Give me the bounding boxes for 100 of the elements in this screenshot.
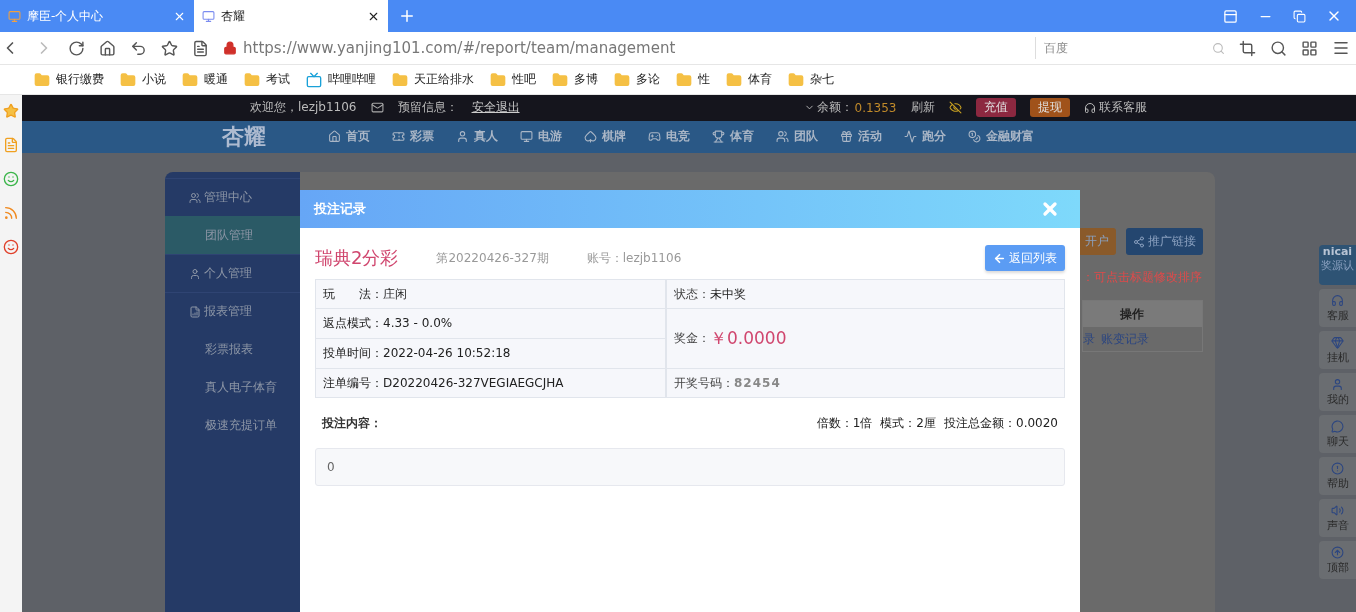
menu-item[interactable]: 彩票报表 [165,330,300,368]
nav-item[interactable]: 棋牌 [584,128,626,146]
folder-icon [676,71,692,88]
float-menu-item[interactable]: 挂机 [1319,331,1356,369]
nav-icon [840,130,853,144]
bookmark[interactable]: 多论 [614,71,660,88]
address-field[interactable]: https://www.yanjing101.com/#/report/team/management [243,39,676,57]
search-icon[interactable] [1270,39,1287,57]
sort-hint: ：可点击标题修改排序 [1082,269,1203,286]
nav-item[interactable]: 真人 [456,128,498,146]
float-menu-item[interactable]: 客服 [1319,289,1356,327]
nav-item[interactable]: 团队 [776,128,818,146]
support-link[interactable]: 联系客服 [1098,99,1147,117]
promo-link-button[interactable]: 推广链接 [1126,228,1203,255]
nav-item[interactable]: 金融财富 [968,128,1034,146]
nav-icon [520,130,533,144]
arrow-left-icon [993,251,1006,265]
eye-off-icon[interactable] [948,101,962,115]
detail-field: 开奖号码：82454 [667,369,1064,397]
nav-icon [712,130,725,144]
folder-icon [788,71,804,88]
account-text: 账号：lezjb1106 [586,249,682,267]
nav-item[interactable]: 电竞 [648,128,690,146]
menu-icon[interactable] [1332,39,1350,57]
folder-icon [182,71,198,88]
nav-icon [776,130,789,144]
folder-icon [34,71,50,88]
layout-icon[interactable] [1223,8,1238,24]
site-icon [8,9,21,23]
bookmark[interactable]: 银行缴费 [34,71,104,88]
detail-field: 返点模式：4.33 - 0.0% [316,309,665,338]
bookmark[interactable]: 天正给排水 [392,71,474,88]
apps-icon[interactable] [1301,39,1318,57]
lock-icon [223,41,237,55]
detail-field: 奖金：￥0.0000 [667,309,1064,368]
nav-icon [904,130,917,144]
star-icon[interactable] [161,39,178,57]
bookmark[interactable]: 性 [676,71,710,88]
float-menu-item[interactable]: 帮助 [1319,457,1356,495]
withdraw-button[interactable]: 提现 [1029,98,1070,118]
restore-icon[interactable] [1293,9,1306,23]
dialog-title: 投注记录 [314,200,366,218]
mode-text: 模式：2厘 [880,414,936,432]
star-icon[interactable] [3,103,19,119]
bookmark[interactable]: 体育 [726,71,772,88]
nav-icon [648,130,661,144]
nav-item[interactable]: 活动 [840,128,882,146]
issue-number: 第20220426-327期 [436,249,549,267]
undo-icon[interactable] [130,39,147,57]
float-menu-item[interactable]: 顶部 [1319,541,1356,579]
group-icon [189,191,201,204]
bookmark[interactable]: 考试 [244,71,290,88]
deposit-button[interactable]: 充值 [975,98,1016,118]
back-to-list-button[interactable]: 返回列表 [985,245,1065,271]
float-menu-item[interactable]: 聊天 [1319,415,1356,453]
notes-icon[interactable] [192,39,209,57]
welcome-text: 欢迎您，lezjb1106 [250,99,357,117]
nav-icon [328,130,341,144]
column-header: 操作 [1083,301,1202,327]
folder-icon [392,71,408,88]
nav-item[interactable]: 电游 [520,128,562,146]
open-account-button[interactable]: 开户 [1078,228,1116,255]
bookmark[interactable]: 小说 [120,71,166,88]
lottery-source-badge[interactable]: nicai 奖源认 [1319,245,1356,285]
nav-item[interactable]: 体育 [712,128,754,146]
menu-item[interactable]: 团队管理 [165,216,300,254]
bookmark[interactable]: 哔哩哔哩 [306,71,376,88]
reload-icon[interactable] [68,39,85,57]
menu-item[interactable]: 真人电子体育 [165,368,300,406]
float-menu-item[interactable]: 声音 [1319,499,1356,537]
home-icon[interactable] [99,39,116,57]
menu-item-icon [1331,293,1344,307]
group-icon [189,305,201,318]
browser-tab[interactable]: 杏耀 [194,0,388,32]
bet-content-box: 0 [315,448,1065,486]
bookmark[interactable]: 多博 [552,71,598,88]
logout-link[interactable]: 安全退出 [471,99,520,117]
nav-icon [968,130,981,144]
float-menu-item[interactable]: 我的 [1319,373,1356,411]
nav-item[interactable]: 跑分 [904,128,946,146]
bookmark[interactable]: 杂七 [788,71,834,88]
balance-label: 余额： [816,99,853,117]
new-tab-icon[interactable] [398,7,416,25]
mail-icon[interactable] [370,101,384,115]
menu-item[interactable]: 极速充提订单 [165,406,300,444]
bookmark[interactable]: 暖通 [182,71,228,88]
site-logo[interactable]: 杏耀 [222,121,266,152]
share-icon [1133,235,1145,248]
nav-icon [392,130,405,144]
menu-item-icon [1331,419,1344,433]
bookmark[interactable]: 性吧 [490,71,536,88]
game-name: 瑞典2分彩 [315,246,399,270]
search-field[interactable]: 百度 [1035,37,1225,59]
menu-item-icon [1331,461,1344,475]
folder-icon [490,71,506,88]
crop-icon[interactable] [1239,39,1256,57]
nav-item[interactable]: 首页 [328,128,370,146]
refresh-link[interactable]: 刷新 [910,99,935,117]
folder-icon [120,71,136,88]
nav-item[interactable]: 彩票 [392,128,434,146]
